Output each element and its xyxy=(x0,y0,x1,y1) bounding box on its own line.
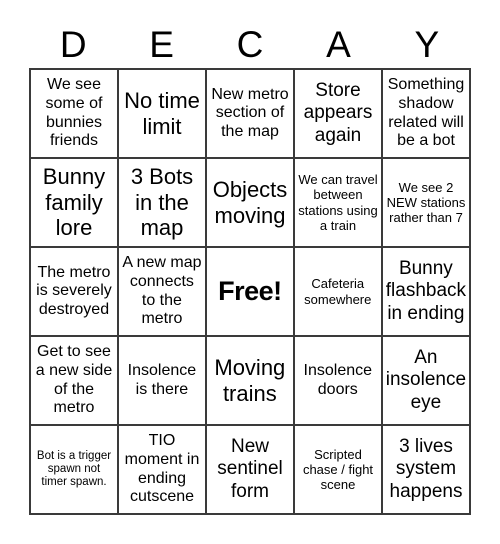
bingo-cell-label: Moving trains xyxy=(214,354,286,406)
bingo-cell[interactable]: Bunny flashback in ending xyxy=(382,248,472,337)
bingo-cell[interactable]: New metro section of the map xyxy=(207,70,295,159)
bingo-cell[interactable]: We see some of bunnies friends xyxy=(31,70,119,159)
bingo-cell-label: Insolence doors xyxy=(303,361,373,398)
bingo-cell[interactable]: Objects moving xyxy=(207,159,295,248)
bingo-grid: We see some of bunnies friends No time l… xyxy=(29,68,472,515)
bingo-cell-label: We can travel between stations using a t… xyxy=(298,172,378,233)
bingo-free-cell[interactable]: Free! xyxy=(206,248,295,337)
bingo-cell-label: Objects moving xyxy=(212,176,288,228)
bingo-cell[interactable]: Store appears again xyxy=(295,70,383,159)
bingo-cell-label: No time limit xyxy=(124,87,200,139)
bingo-card: D E C A Y We see some of bunnies friends… xyxy=(29,20,472,515)
bingo-cell[interactable]: We see 2 NEW stations rather than 7 xyxy=(383,159,471,248)
bingo-cell[interactable]: No time limit xyxy=(119,70,207,159)
bingo-cell[interactable]: Get to see a new side of the metro xyxy=(31,337,119,426)
bingo-cell[interactable]: Bunny family lore xyxy=(31,159,119,248)
bingo-cell[interactable]: 3 lives system happens xyxy=(383,426,471,515)
bingo-cell[interactable]: The metro is severely destroyed xyxy=(31,248,119,337)
header-letter-2: C xyxy=(236,23,264,65)
bingo-row: Bot is a trigger spawn not timer spawn. … xyxy=(31,426,471,515)
bingo-cell-label: Cafeteria somewhere xyxy=(304,276,372,307)
bingo-cell-label: 3 lives system happens xyxy=(389,436,463,502)
header-letter-0: D xyxy=(59,23,87,65)
bingo-cell-label: The metro is severely destroyed xyxy=(36,263,112,318)
bingo-row: Get to see a new side of the metro Insol… xyxy=(31,337,472,426)
bingo-cell-label: New sentinel form xyxy=(217,436,283,502)
header-letter-4: Y xyxy=(414,23,440,65)
bingo-cell[interactable]: A new map connects to the metro xyxy=(118,248,207,337)
bingo-free-cell-label: Free! xyxy=(218,275,282,306)
bingo-cell-label: Store appears again xyxy=(303,80,373,146)
bingo-cell-label: New metro section of the map xyxy=(211,85,289,140)
bingo-cell-label: We see some of bunnies friends xyxy=(45,76,103,150)
bingo-cell[interactable]: TIO moment in ending cutscene xyxy=(119,426,207,515)
bingo-cell-label: Insolence is there xyxy=(127,361,197,398)
bingo-row: Bunny family lore 3 Bots in the map Obje… xyxy=(31,159,471,248)
bingo-row: The metro is severely destroyed A new ma… xyxy=(31,248,472,337)
bingo-cell[interactable]: New sentinel form xyxy=(207,426,295,515)
bingo-cell[interactable]: 3 Bots in the map xyxy=(119,159,207,248)
bingo-cell-label: Bunny family lore xyxy=(42,164,106,241)
bingo-cell[interactable]: Insolence is there xyxy=(118,337,207,426)
bingo-cell-label: Bunny flashback in ending xyxy=(385,258,467,324)
bingo-cell[interactable]: An insolence eye xyxy=(382,337,472,426)
header-letter-1: E xyxy=(149,23,174,65)
bingo-cell[interactable]: Cafeteria somewhere xyxy=(294,248,383,337)
header-letter-3: A xyxy=(326,23,351,65)
bingo-cell-label: We see 2 NEW stations rather than 7 xyxy=(386,179,466,226)
bingo-cell-label: Scripted chase / fight scene xyxy=(302,446,374,493)
bingo-cell[interactable]: Insolence doors xyxy=(294,337,383,426)
bingo-row: We see some of bunnies friends No time l… xyxy=(31,70,471,159)
bingo-cell-label: TIO moment in ending cutscene xyxy=(124,432,200,506)
bingo-cell-label: 3 Bots in the map xyxy=(130,164,194,241)
bingo-cell[interactable]: We can travel between stations using a t… xyxy=(295,159,383,248)
bingo-cell[interactable]: Scripted chase / fight scene xyxy=(295,426,383,515)
bingo-cell-label: A new map connects to the metro xyxy=(122,254,202,328)
bingo-cell-label: An insolence eye xyxy=(385,347,467,413)
bingo-cell-label: Bot is a trigger spawn not timer spawn. xyxy=(36,449,112,489)
bingo-header: D E C A Y xyxy=(29,20,471,68)
bingo-cell-label: Get to see a new side of the metro xyxy=(35,343,113,417)
bingo-cell[interactable]: Bot is a trigger spawn not timer spawn. xyxy=(31,426,119,515)
bingo-cell[interactable]: Moving trains xyxy=(206,337,295,426)
bingo-cell-label: Something shadow related will be a bot xyxy=(387,76,465,150)
bingo-cell[interactable]: Something shadow related will be a bot xyxy=(383,70,471,159)
